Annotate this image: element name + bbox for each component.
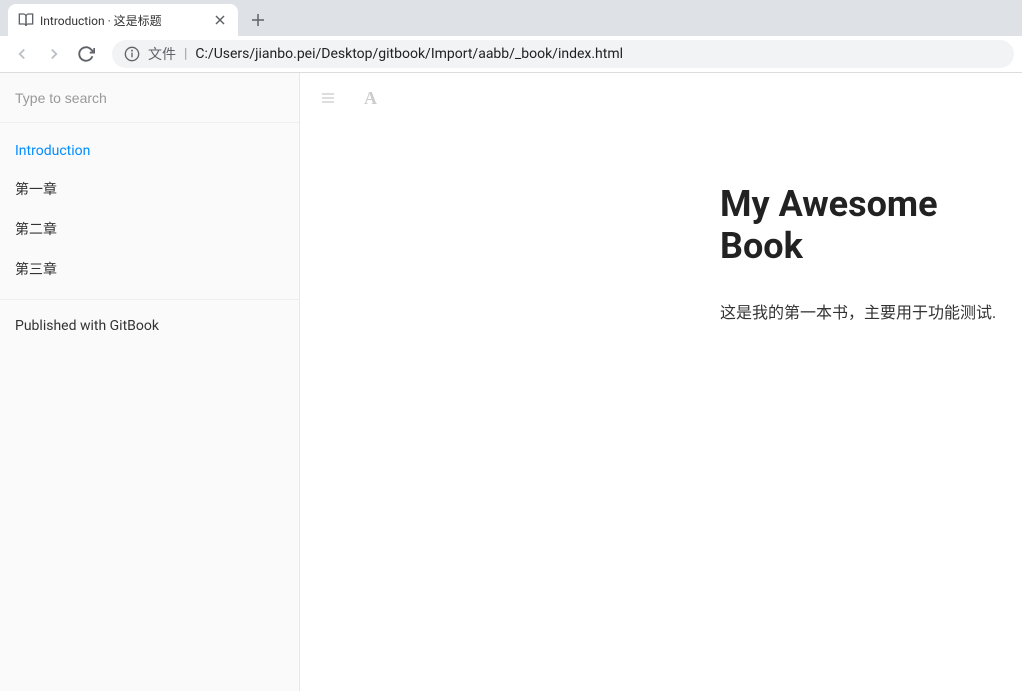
reload-button[interactable] — [72, 40, 100, 68]
publish-label: Published with GitBook — [15, 318, 159, 334]
address-separator: | — [184, 46, 187, 62]
menu-icon[interactable] — [320, 90, 336, 106]
nav-list: Introduction 第一章 第二章 第三章 — [0, 123, 299, 300]
back-button[interactable] — [8, 40, 36, 68]
content-body: My Awesome Book 这是我的第一本书，主要用于功能测试. — [300, 123, 1022, 366]
content-area: A My Awesome Book 这是我的第一本书，主要用于功能测试. — [300, 73, 1022, 691]
sidebar-item-introduction[interactable]: Introduction — [0, 133, 299, 169]
font-icon[interactable]: A — [364, 88, 377, 109]
book-icon — [18, 12, 34, 28]
sidebar-item-label: 第一章 — [15, 182, 57, 198]
close-icon[interactable] — [212, 12, 228, 28]
sidebar-item-label: Introduction — [15, 143, 90, 159]
browser-chrome: Introduction · 这是标题 — [0, 0, 1022, 73]
new-tab-button[interactable] — [244, 6, 272, 34]
sidebar-item-chapter-1[interactable]: 第一章 — [0, 169, 299, 209]
address-bar[interactable]: 文件 | C:/Users/jianbo.pei/Desktop/gitbook… — [112, 40, 1014, 68]
address-row: 文件 | C:/Users/jianbo.pei/Desktop/gitbook… — [0, 36, 1022, 72]
search-input[interactable] — [15, 90, 284, 106]
tab-bar: Introduction · 这是标题 — [0, 0, 1022, 36]
page: Introduction 第一章 第二章 第三章 Published with … — [0, 73, 1022, 691]
tab-title: Introduction · 这是标题 — [40, 12, 206, 29]
published-with-gitbook[interactable]: Published with GitBook — [0, 300, 299, 352]
address-url: C:/Users/jianbo.pei/Desktop/gitbook/Impo… — [195, 46, 623, 62]
search-box — [0, 73, 299, 123]
forward-button[interactable] — [40, 40, 68, 68]
sidebar: Introduction 第一章 第二章 第三章 Published with … — [0, 73, 300, 691]
page-title: My Awesome Book — [720, 183, 1022, 267]
browser-tab[interactable]: Introduction · 这是标题 — [8, 4, 238, 36]
sidebar-item-label: 第二章 — [15, 222, 57, 238]
address-label: 文件 — [148, 44, 176, 64]
page-intro-text: 这是我的第一本书，主要用于功能测试. — [720, 299, 1022, 326]
info-icon — [124, 46, 140, 62]
content-toolbar: A — [300, 73, 1022, 123]
sidebar-item-chapter-3[interactable]: 第三章 — [0, 249, 299, 289]
sidebar-item-chapter-2[interactable]: 第二章 — [0, 209, 299, 249]
sidebar-item-label: 第三章 — [15, 262, 57, 278]
